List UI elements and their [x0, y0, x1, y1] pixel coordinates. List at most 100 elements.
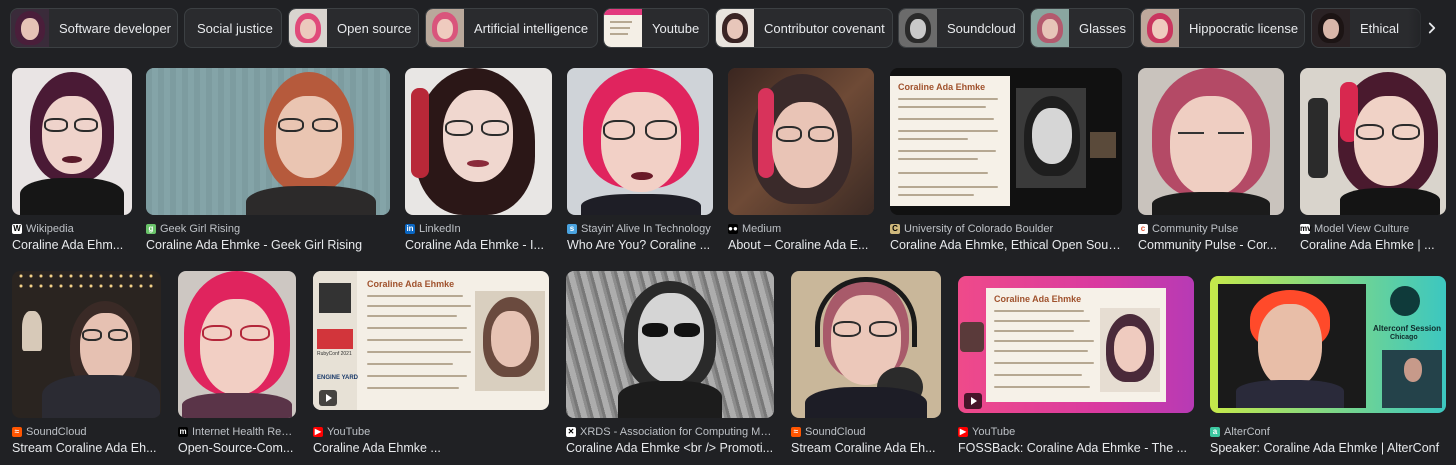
soundcloud-icon: ≈ [791, 427, 801, 437]
result-title[interactable]: Who Are You? Coraline ... [567, 238, 713, 252]
image-result[interactable]: in LinkedIn Coraline Ada Ehmke - I... [405, 68, 552, 253]
result-thumbnail[interactable] [1138, 68, 1284, 215]
chip-social-justice[interactable]: Social justice [184, 8, 282, 48]
image-result[interactable]: W Wikipedia Coraline Ada Ehm... [12, 68, 132, 253]
chip-contributor-covenant[interactable]: Contributor covenant [715, 8, 893, 48]
chip-youtube[interactable]: Youtube [603, 8, 709, 48]
engine-yard-sponsor: ENGINE YARD [317, 375, 359, 381]
chip-label: Hippocratic license [1189, 20, 1299, 36]
source-name: AlterConf [1224, 426, 1270, 438]
result-thumbnail[interactable] [178, 271, 296, 418]
result-source[interactable]: C University of Colorado Boulder [890, 223, 1122, 235]
result-thumbnail[interactable] [12, 68, 132, 215]
result-thumbnail[interactable] [791, 271, 941, 418]
chip-ethical[interactable]: Ethical [1311, 8, 1421, 48]
result-thumbnail[interactable] [146, 68, 390, 215]
chip-thumbnail [289, 9, 327, 47]
chip-thumbnail [716, 9, 754, 47]
result-thumbnail[interactable] [566, 271, 774, 418]
slide-title: Coraline Ada Ehmke [367, 279, 455, 289]
image-result[interactable]: ≈ SoundCloud Stream Coraline Ada Eh... [791, 271, 941, 457]
source-name: Internet Health Rep... [192, 426, 296, 438]
image-result[interactable]: Coraline Ada Ehmke C University of Color… [890, 68, 1122, 253]
chip-soundcloud[interactable]: Soundcloud [898, 8, 1024, 48]
result-source[interactable]: ▶ YouTube [958, 426, 1194, 438]
result-title[interactable]: Coraline Ada Ehmke - I... [405, 238, 552, 252]
geek-girl-rising-icon: g [146, 224, 156, 234]
source-name: LinkedIn [419, 223, 461, 235]
result-thumbnail[interactable]: Coraline Ada Ehmke [958, 276, 1194, 413]
image-result[interactable]: ●● Medium About – Coraline Ada E... [728, 68, 874, 253]
image-result[interactable]: mv Model View Culture Coraline Ada Ehmke… [1300, 68, 1446, 253]
result-source[interactable]: g Geek Girl Rising [146, 223, 390, 235]
result-title[interactable]: About – Coraline Ada E... [728, 238, 874, 252]
source-name: YouTube [972, 426, 1016, 438]
chip-thumbnail [899, 9, 937, 47]
rubyconf-badge-label: RubyConf 2021 [317, 351, 352, 357]
result-source[interactable]: ●● Medium [728, 223, 874, 235]
source-name: XRDS - Association for Computing Mac... [580, 426, 774, 438]
source-name: Stayin' Alive In Technology [581, 223, 711, 235]
image-result[interactable]: Coraline Ada Ehmke ▶ YouTube FOSSBack: C… [958, 276, 1194, 457]
image-result[interactable]: s Stayin' Alive In Technology Who Are Yo… [567, 68, 713, 253]
result-source[interactable]: c Community Pulse [1138, 223, 1284, 235]
result-source[interactable]: ≈ SoundCloud [12, 426, 161, 438]
result-title[interactable]: Coraline Ada Ehmke - Geek Girl Rising [146, 238, 390, 252]
chips-scroll-right-button[interactable] [1408, 8, 1456, 48]
result-title[interactable]: Stream Coraline Ada Eh... [12, 441, 161, 455]
result-title[interactable]: Coraline Ada Ehmke <br /> Promoti... [566, 441, 774, 455]
result-source[interactable]: ≈ SoundCloud [791, 426, 941, 438]
slide-panel: Coraline Ada Ehmke [890, 76, 1010, 206]
result-title[interactable]: Stream Coraline Ada Eh... [791, 441, 941, 455]
slide-title: Coraline Ada Ehmke [898, 82, 986, 92]
result-thumbnail[interactable]: RubyConf 2021 ENGINE YARD Coraline Ada E… [313, 271, 549, 410]
related-searches-chips: Software developer Social justice Open s… [0, 8, 1456, 48]
result-thumbnail[interactable] [12, 271, 161, 418]
result-source[interactable]: s Stayin' Alive In Technology [567, 223, 713, 235]
image-result[interactable]: c Community Pulse Community Pulse - Cor.… [1138, 68, 1284, 253]
result-title[interactable]: Open-Source-Com... [178, 441, 296, 455]
image-result[interactable]: g Geek Girl Rising Coraline Ada Ehmke - … [146, 68, 390, 253]
wikipedia-icon: W [12, 224, 22, 234]
result-title[interactable]: Coraline Ada Ehmke | ... [1300, 238, 1446, 252]
chip-label: Social justice [197, 20, 273, 36]
chip-artificial-intelligence[interactable]: Artificial intelligence [425, 8, 598, 48]
result-thumbnail[interactable] [728, 68, 874, 215]
result-thumbnail[interactable]: Alterconf Session Chicago [1210, 276, 1446, 413]
result-title[interactable]: Coraline Ada Ehmke ... [313, 441, 549, 455]
image-result[interactable]: m Internet Health Rep... Open-Source-Com… [178, 271, 296, 457]
result-title[interactable]: Speaker: Coraline Ada Ehmke | AlterConf [1210, 441, 1446, 455]
medium-icon: ●● [728, 224, 738, 234]
image-result[interactable]: ≈ SoundCloud Stream Coraline Ada Eh... [12, 271, 161, 457]
result-title[interactable]: Coraline Ada Ehmke, Ethical Open Sour... [890, 238, 1122, 252]
result-title[interactable]: FOSSBack: Coraline Ada Ehmke - The ... [958, 441, 1194, 455]
linkedin-icon: in [405, 224, 415, 234]
result-thumbnail[interactable] [405, 68, 552, 215]
result-source[interactable]: a AlterConf [1210, 426, 1446, 438]
result-source[interactable]: mv Model View Culture [1300, 223, 1446, 235]
result-source[interactable]: W Wikipedia [12, 223, 132, 235]
result-thumbnail[interactable]: Coraline Ada Ehmke [890, 68, 1122, 215]
result-source[interactable]: ▶ YouTube [313, 426, 549, 438]
chip-label: Youtube [652, 20, 700, 36]
chip-thumbnail [604, 9, 642, 47]
community-pulse-icon: c [1138, 224, 1148, 234]
result-source[interactable]: in LinkedIn [405, 223, 552, 235]
result-source[interactable]: ✕ XRDS - Association for Computing Mac..… [566, 426, 774, 438]
image-result[interactable]: Alterconf Session Chicago a AlterConf Sp… [1210, 276, 1446, 457]
chip-glasses[interactable]: Glasses [1030, 8, 1134, 48]
chip-software-developer[interactable]: Software developer [10, 8, 178, 48]
chip-open-source[interactable]: Open source [288, 8, 419, 48]
source-name: YouTube [327, 426, 371, 438]
result-thumbnail[interactable] [1300, 68, 1446, 215]
image-result[interactable]: ✕ XRDS - Association for Computing Mac..… [566, 271, 774, 457]
result-title[interactable]: Coraline Ada Ehm... [12, 238, 132, 252]
chip-hippocratic-license[interactable]: Hippocratic license [1140, 8, 1305, 48]
chevron-right-icon [1428, 22, 1436, 34]
result-thumbnail[interactable] [567, 68, 713, 215]
result-source[interactable]: m Internet Health Rep... [178, 426, 296, 438]
source-name: SoundCloud [805, 426, 866, 438]
image-result[interactable]: RubyConf 2021 ENGINE YARD Coraline Ada E… [313, 271, 549, 457]
result-title[interactable]: Community Pulse - Cor... [1138, 238, 1284, 252]
soundcloud-icon: ≈ [12, 427, 22, 437]
